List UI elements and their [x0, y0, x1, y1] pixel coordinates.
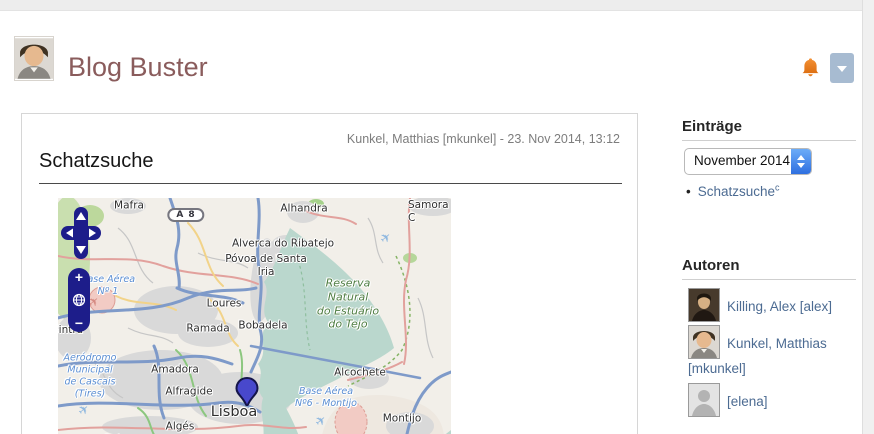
post-meta: Kunkel, Matthias [mkunkel] - 23. Nov 201… — [347, 132, 620, 146]
map-label-alges: Algés — [166, 420, 195, 433]
map-label-montijo: Montijo — [383, 412, 422, 425]
map-route-badge: A 8 — [167, 208, 204, 222]
page: Blog Buster Kunkel, Matthias [mkunkel] -… — [0, 0, 874, 434]
map[interactable]: Mafra A 8 Alhandra Samora C Alverca do R… — [58, 198, 451, 434]
header-dropdown-button[interactable] — [830, 53, 854, 83]
map-label-alverca: Alverca do Ribatejo — [232, 237, 334, 250]
author-link[interactable]: [elena] — [727, 394, 768, 409]
blog-avatar — [14, 36, 54, 81]
authors-list: Killing, Alex [alex] Kunkel, Matthias [m… — [688, 288, 858, 420]
world-zoom-icon[interactable] — [72, 293, 86, 307]
entry-suffix-glyph: c — [775, 182, 780, 192]
bell-icon[interactable] — [800, 56, 821, 79]
map-label-povoa: Póvoa de Santa Iria — [225, 253, 307, 279]
bullet: • — [686, 184, 691, 199]
blog-post-panel: Kunkel, Matthias [mkunkel] - 23. Nov 201… — [21, 113, 638, 434]
map-label-alhandra: Alhandra — [280, 202, 327, 215]
entries-heading: Einträge — [682, 118, 742, 135]
map-label-bobadela: Bobadela — [238, 319, 287, 332]
author-row: Killing, Alex [alex] — [688, 288, 858, 322]
select-stepper-icon — [791, 149, 811, 174]
map-pan-control[interactable] — [61, 207, 101, 259]
zoom-in-button[interactable]: + — [75, 271, 83, 283]
entries-list: • Schatzsuchec — [686, 182, 780, 199]
zoom-out-button[interactable]: − — [75, 317, 83, 329]
map-label-alfragide: Alfragide — [165, 385, 212, 398]
author-row: [elena] — [688, 383, 858, 417]
author-row: Kunkel, Matthias [mkunkel] — [688, 325, 858, 380]
map-label-base-aerea-montijo: Base Aérea Nº6 - Montijo — [295, 386, 357, 410]
chevron-down-icon — [837, 66, 847, 72]
map-zoom-control[interactable]: + − — [68, 268, 90, 332]
map-label-ramada: Ramada — [186, 322, 229, 335]
map-label-samora: Samora C — [408, 199, 451, 225]
map-label-aerodromo: Aeródromo Municipal de Cascais (Tires) — [64, 352, 117, 400]
divider — [682, 279, 856, 280]
map-label-amadora: Amadora — [151, 363, 199, 376]
post-title: Schatzsuche — [39, 150, 154, 173]
scrollbar[interactable] — [862, 0, 874, 434]
title-rule — [39, 183, 622, 184]
map-label-reserva: Reserva Natural do Estuário do Tejo — [317, 277, 379, 332]
authors-heading: Autoren — [682, 257, 740, 274]
divider — [682, 140, 856, 141]
page-title: Blog Buster — [68, 52, 208, 83]
author-avatar — [688, 288, 720, 322]
author-avatar — [688, 325, 720, 359]
map-marker-icon[interactable] — [234, 376, 260, 406]
entry-link[interactable]: Schatzsuchec — [698, 184, 780, 199]
author-link[interactable]: Killing, Alex [alex] — [727, 299, 832, 314]
map-label-mafra: Mafra — [114, 199, 144, 212]
author-avatar — [688, 383, 720, 417]
map-label-alcochete: Alcochete — [334, 366, 386, 379]
month-select[interactable]: November 2014 — [684, 148, 812, 175]
top-strip — [0, 0, 874, 11]
month-select-value: November 2014 — [694, 153, 790, 168]
map-label-loures: Loures — [207, 297, 242, 310]
